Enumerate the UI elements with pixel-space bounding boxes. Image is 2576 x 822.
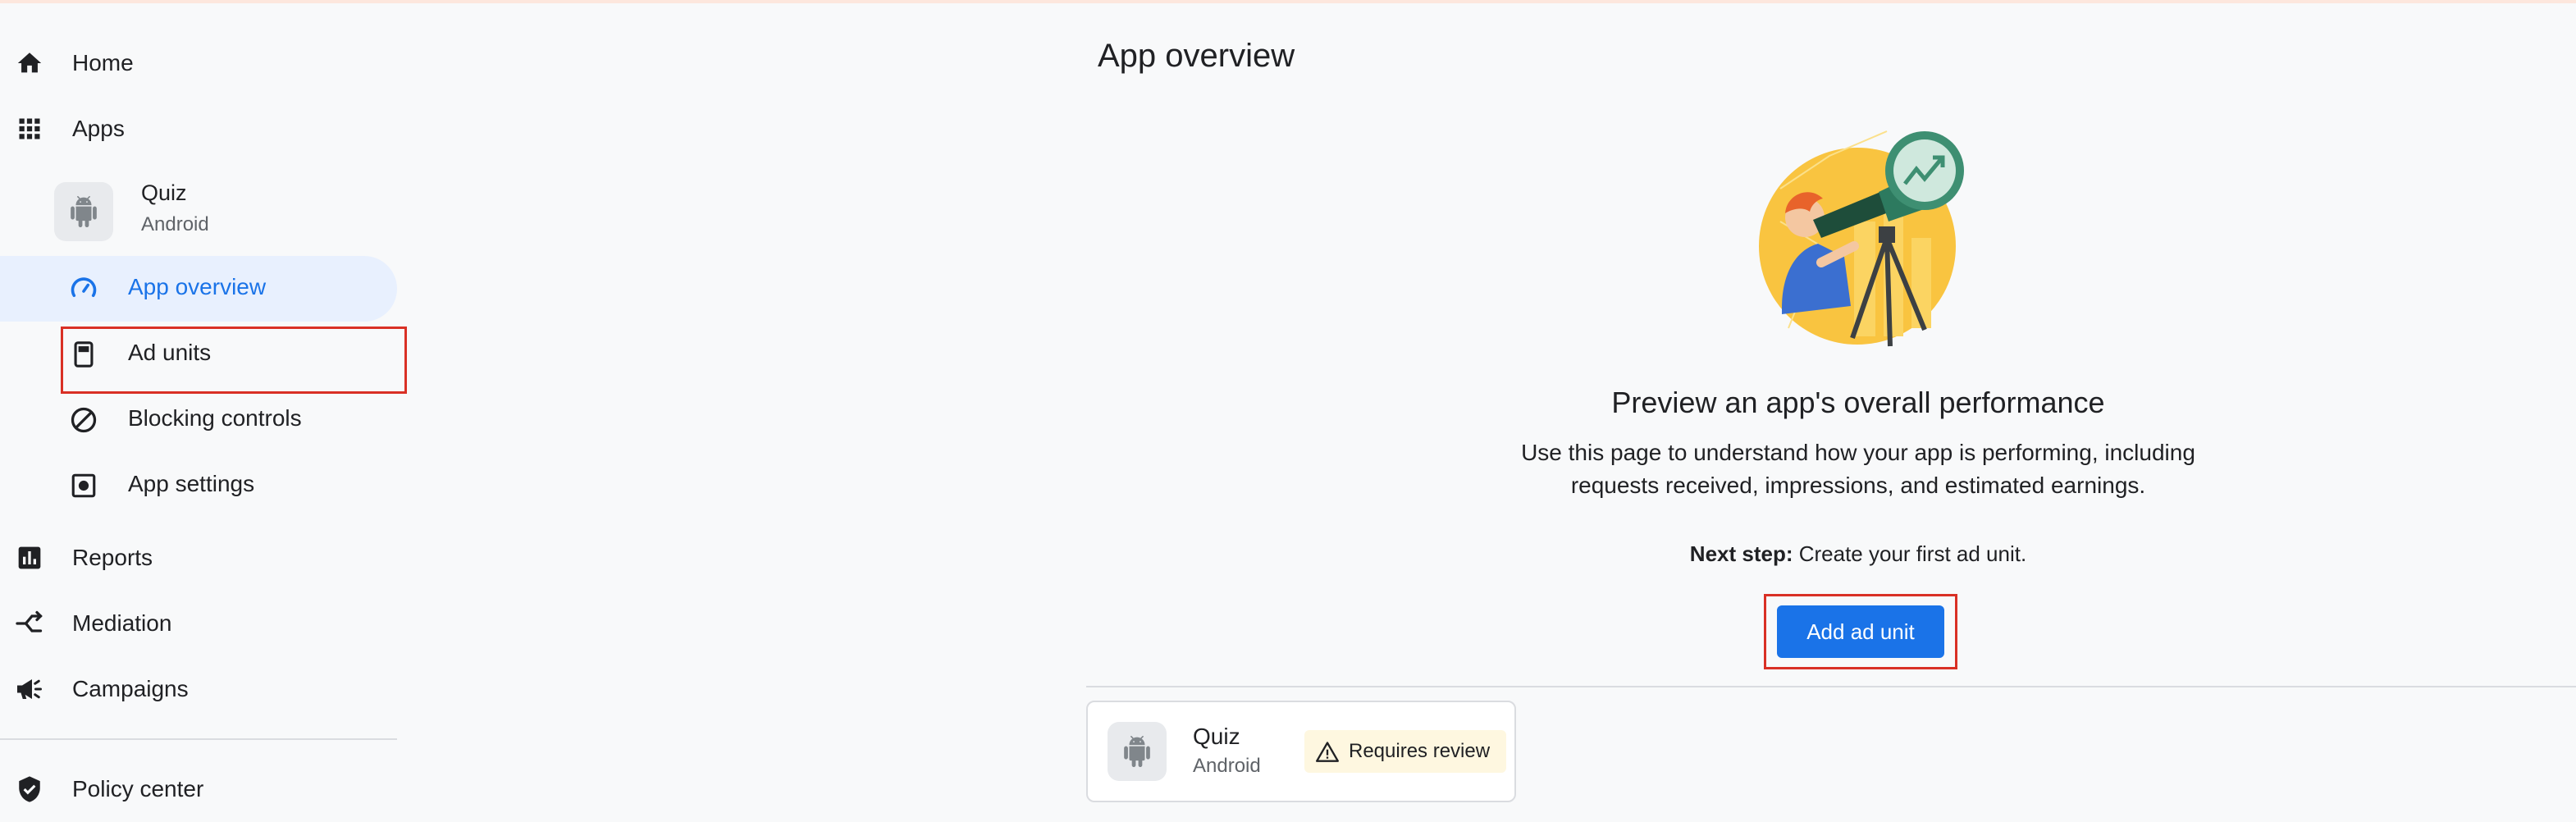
bar-chart-icon [15, 543, 44, 573]
sidebar-item-app-settings[interactable]: App settings [0, 453, 397, 518]
mediation-merge-icon [15, 609, 44, 638]
sidebar-item-blocking-controls[interactable]: Blocking controls [0, 387, 397, 453]
sidebar-app-card[interactable]: Quiz Android [54, 180, 399, 246]
sidebar-divider [0, 738, 397, 740]
next-step-body: Create your first ad unit. [1793, 541, 2027, 566]
sidebar-item-label: Reports [72, 545, 153, 570]
android-icon [1124, 736, 1150, 767]
sidebar-item-label: App overview [128, 274, 267, 299]
sidebar-item-label: Ad units [128, 340, 212, 365]
app-icon-tile [54, 182, 113, 241]
app-platform: Android [1193, 755, 1261, 777]
status-badge-label: Requires review [1349, 740, 1491, 762]
apps-grid-icon [15, 114, 44, 144]
status-badge: Requires review [1304, 730, 1507, 773]
add-ad-unit-button[interactable]: Add ad unit [1777, 605, 1944, 658]
settings-gear-icon [69, 471, 98, 500]
sidebar-item-label: App settings [128, 471, 255, 496]
shield-check-icon [15, 774, 44, 804]
app-name: Quiz [141, 180, 187, 205]
sidebar-item-label: Policy center [72, 776, 204, 801]
speedometer-icon [69, 274, 98, 304]
megaphone-icon [15, 674, 44, 704]
sidebar-item-label: Mediation [72, 610, 172, 636]
sidebar-item-app-overview[interactable]: App overview [0, 256, 397, 322]
empty-state-heading: Preview an app's overall performance [1611, 386, 2105, 419]
sidebar-item-label: Campaigns [72, 676, 189, 701]
app-status-card[interactable]: Quiz Android Requires review [1086, 701, 1516, 802]
description-line-1: Use this page to understand how your app… [1521, 440, 2195, 465]
block-icon [69, 405, 98, 435]
android-icon [71, 196, 97, 227]
sidebar-item-label: Home [72, 50, 134, 75]
next-step-text: Next step: Create your first ad unit. [1444, 541, 2272, 567]
sidebar-item-ad-units[interactable]: Ad units [0, 322, 397, 387]
next-step-label: Next step: [1689, 541, 1793, 566]
sidebar-item-label: Blocking controls [128, 405, 302, 431]
ad-unit-phone-icon [69, 340, 98, 369]
app-name: Quiz [1193, 724, 1240, 749]
telescope-illustration [1756, 123, 1985, 353]
warning-icon [1316, 742, 1339, 762]
sidebar-item-label: Apps [72, 116, 125, 141]
empty-state-description: Use this page to understand how your app… [1444, 436, 2272, 502]
description-line-2: requests received, impressions, and esti… [1570, 473, 2146, 498]
page-title: App overview [1098, 38, 1295, 74]
content-divider [1086, 686, 2576, 687]
sidebar: Home Apps Quiz Android App overview Ad u… [0, 0, 407, 819]
app-platform: Android [141, 213, 209, 235]
home-icon [15, 48, 44, 78]
app-icon-tile [1108, 722, 1167, 781]
